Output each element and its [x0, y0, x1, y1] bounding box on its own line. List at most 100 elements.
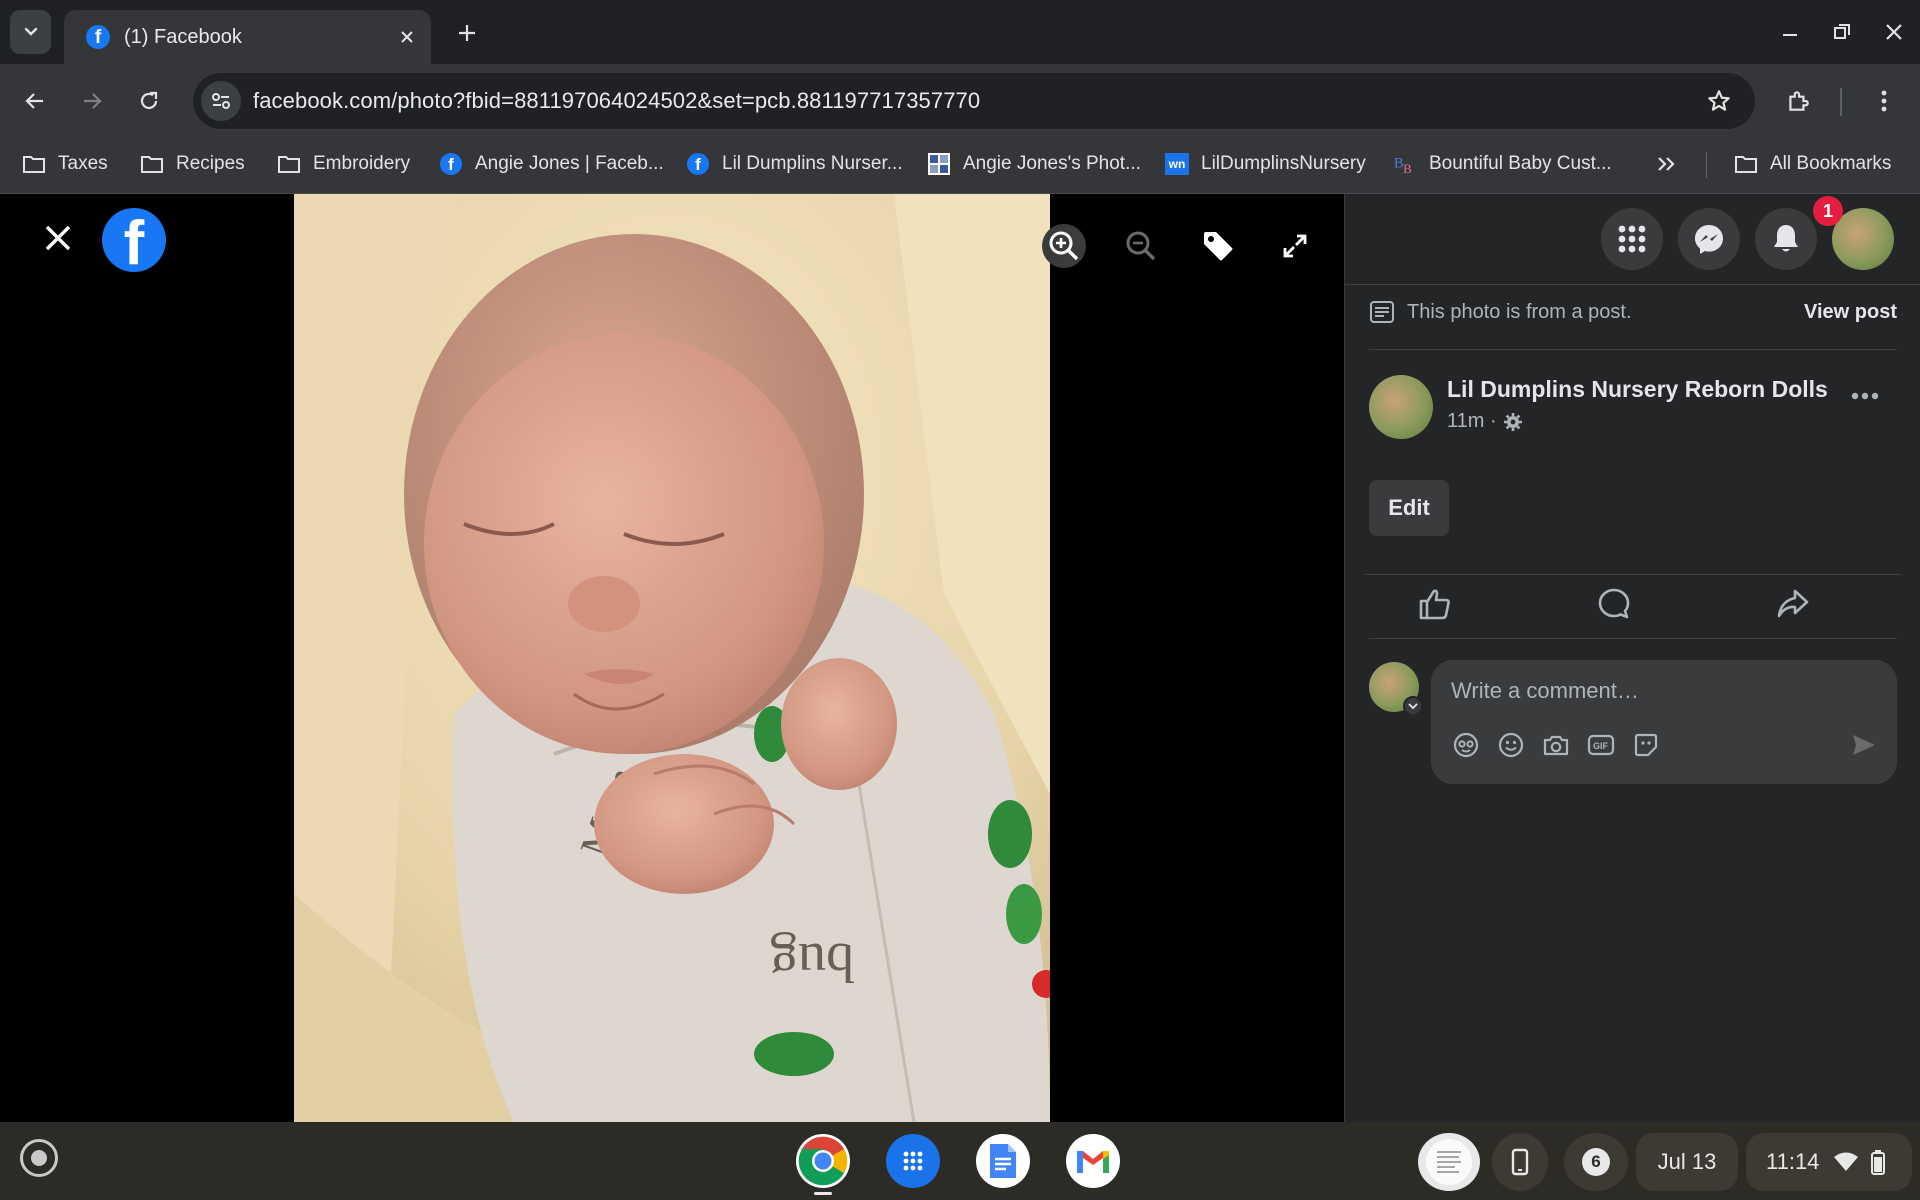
tag-icon [1204, 232, 1233, 261]
post-options-button[interactable] [1845, 376, 1885, 416]
date-tray[interactable]: Jul 13 [1636, 1133, 1738, 1191]
minimize-button[interactable] [1772, 14, 1808, 50]
app-launcher-app[interactable] [886, 1134, 940, 1188]
zoom-out-button[interactable] [1119, 224, 1163, 268]
sticker-icon [1634, 733, 1658, 757]
folder-icon [277, 152, 301, 176]
facebook-icon: f [686, 152, 710, 176]
bookmark-lil-dumplins[interactable]: f Lil Dumplins Nurser... [686, 146, 903, 182]
launcher-button[interactable] [20, 1139, 58, 1177]
bookmark-angie-jones-photos[interactable]: Angie Jones's Phot... [927, 146, 1141, 182]
chrome-app[interactable] [796, 1134, 850, 1188]
url-text[interactable]: facebook.com/photo?fbid=881197064024502&… [253, 88, 1701, 114]
messenger-icon [1695, 225, 1723, 254]
post-meta: 11m · [1447, 410, 1523, 433]
status-tray[interactable]: 11:14 [1746, 1133, 1912, 1191]
more-horizontal-icon [1851, 392, 1879, 400]
browser-menu-button[interactable] [1866, 83, 1902, 119]
bookmark-label: Angie Jones's Phot... [963, 153, 1141, 174]
comment-button[interactable] [1594, 584, 1634, 624]
post-side-panel: 1 This photo is from a post. View post L… [1344, 194, 1920, 1122]
zoom-in-button[interactable] [1042, 224, 1086, 268]
emoji-icon [1498, 732, 1524, 758]
tab-bar: f (1) Facebook [0, 0, 1920, 64]
notification-counter[interactable]: 6 [1564, 1133, 1628, 1191]
post-photo[interactable]: Mom bug [294, 194, 1050, 1122]
close-viewer-button[interactable] [38, 218, 78, 258]
post-time[interactable]: 11m · [1447, 410, 1497, 433]
docs-app[interactable] [976, 1134, 1030, 1188]
back-button[interactable] [17, 83, 53, 119]
restore-button[interactable] [1824, 14, 1860, 50]
bookmark-taxes[interactable]: Taxes [22, 146, 108, 182]
bookmark-recipes[interactable]: Recipes [140, 146, 245, 182]
tab-close-button[interactable] [395, 25, 419, 49]
share-icon [1777, 589, 1809, 618]
site-info-button[interactable] [201, 81, 241, 121]
bookmark-bountiful-baby[interactable]: BB Bountiful Baby Cust... [1393, 146, 1612, 182]
camera-button[interactable] [1541, 730, 1571, 760]
address-bar[interactable]: facebook.com/photo?fbid=881197064024502&… [193, 73, 1755, 129]
window-close-button[interactable] [1876, 14, 1912, 50]
folder-icon [22, 152, 46, 176]
forward-button[interactable] [74, 83, 110, 119]
gif-button[interactable]: GIF [1586, 730, 1616, 760]
more-vertical-icon [1881, 90, 1887, 112]
bookmark-embroidery[interactable]: Embroidery [277, 146, 410, 182]
from-post-notice: This photo is from a post. View post [1369, 294, 1897, 330]
switch-profile-button[interactable] [1403, 696, 1423, 716]
battery-icon [1871, 1150, 1886, 1175]
tag-photo-button[interactable] [1196, 224, 1240, 268]
tab-facebook[interactable]: f (1) Facebook [64, 10, 431, 64]
bell-icon [1774, 225, 1798, 252]
edit-button[interactable]: Edit [1369, 480, 1449, 536]
bookmark-label: Taxes [58, 153, 108, 174]
bookmark-angie-jones-facebook[interactable]: f Angie Jones | Faceb... [439, 146, 664, 182]
send-comment-button[interactable] [1849, 730, 1879, 760]
date-text: Jul 13 [1657, 1149, 1717, 1174]
avatar-sticker-button[interactable] [1451, 730, 1481, 760]
apps-grid-icon [903, 1151, 923, 1171]
extensions-button[interactable] [1780, 83, 1816, 119]
bb-icon: BB [1393, 152, 1417, 176]
bookmarks-overflow-button[interactable] [1656, 146, 1678, 182]
tune-icon [212, 93, 230, 109]
facebook-favicon-icon: f [86, 25, 110, 49]
facebook-logo[interactable]: f [102, 208, 166, 272]
messenger-button[interactable] [1678, 208, 1740, 270]
notifications-button[interactable] [1755, 208, 1817, 270]
photo-viewer: f bug [0, 194, 1344, 1122]
thumbs-up-icon [1419, 589, 1450, 620]
view-post-link[interactable]: View post [1804, 301, 1897, 324]
reload-button[interactable] [131, 83, 167, 119]
new-tab-button[interactable] [452, 18, 482, 48]
all-bookmarks-button[interactable]: All Bookmarks [1734, 146, 1891, 182]
baby-doll-photo: Mom bug [294, 194, 1050, 1122]
bookmark-lildumplinsnursery[interactable]: wn LilDumplinsNursery [1165, 146, 1366, 182]
tab-search-button[interactable] [10, 10, 51, 54]
page-avatar[interactable] [1369, 375, 1433, 439]
bookmark-star-button[interactable] [1701, 83, 1737, 119]
sticker-button[interactable] [1631, 730, 1661, 760]
post-document-icon [1370, 301, 1394, 323]
zoom-in-icon [1049, 231, 1079, 261]
section-divider [1369, 349, 1897, 350]
puzzle-icon [1789, 91, 1809, 111]
like-button[interactable] [1415, 584, 1455, 624]
screenshot-thumbnail[interactable] [1418, 1133, 1480, 1191]
fullscreen-button[interactable] [1273, 224, 1317, 268]
tab-title: (1) Facebook [124, 25, 242, 48]
plus-icon [459, 25, 475, 41]
post-author-name[interactable]: Lil Dumplins Nursery Reborn Dolls [1447, 376, 1828, 403]
menu-button[interactable] [1601, 208, 1663, 270]
phone-hub-button[interactable] [1492, 1133, 1548, 1191]
all-bookmarks-label: All Bookmarks [1770, 153, 1892, 174]
share-button[interactable] [1773, 584, 1813, 624]
gmail-app[interactable] [1066, 1134, 1120, 1188]
gmail-icon [1077, 1151, 1109, 1173]
google-docs-icon [990, 1144, 1016, 1178]
emoji-button[interactable] [1496, 730, 1526, 760]
comment-input[interactable]: Write a comment… GIF [1431, 660, 1897, 784]
actions-bottom-divider [1369, 638, 1897, 639]
restore-icon [1834, 24, 1850, 39]
